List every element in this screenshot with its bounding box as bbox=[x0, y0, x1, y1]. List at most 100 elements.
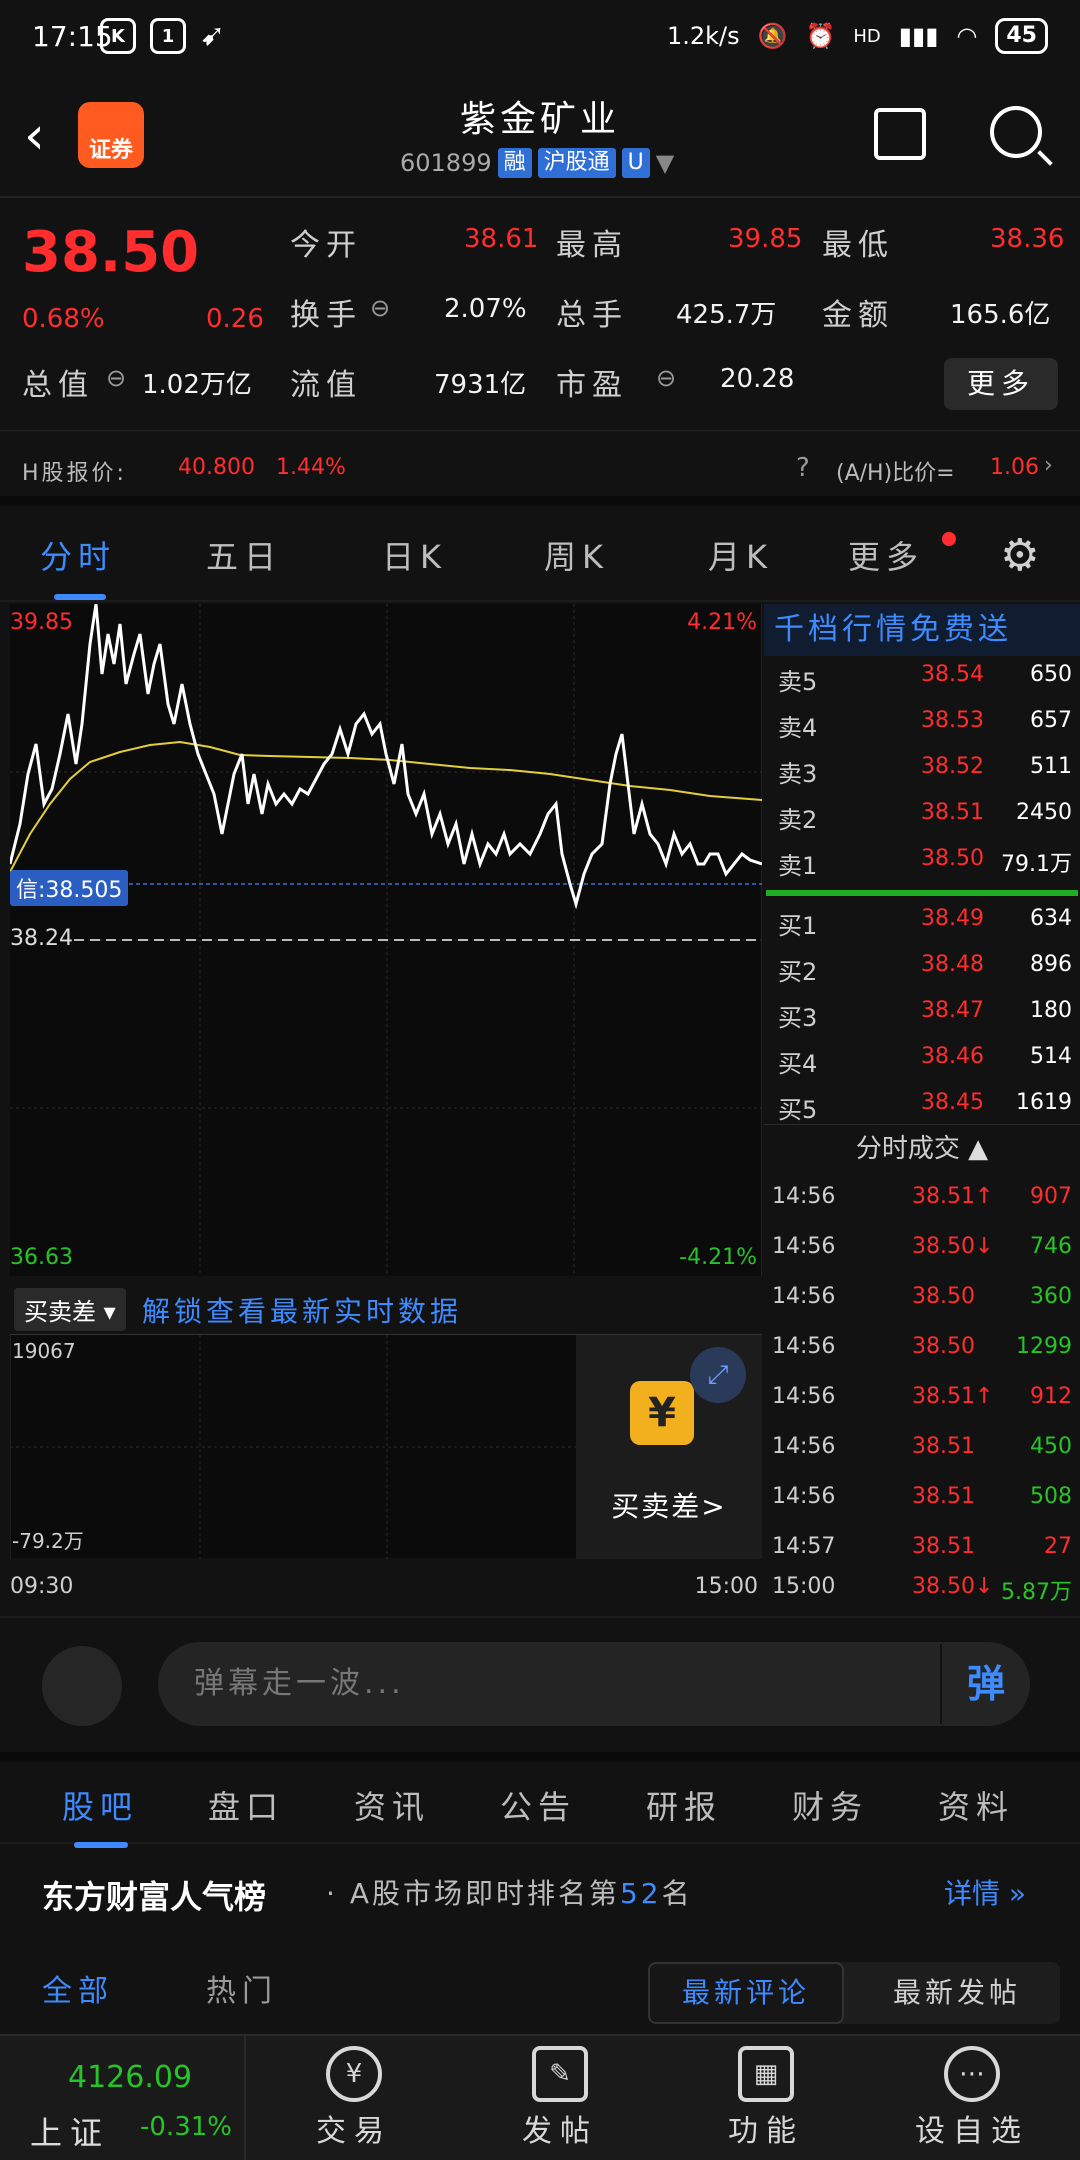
settings-gear-icon[interactable]: ⚙ bbox=[1000, 530, 1039, 581]
h-share-label: H股报价: bbox=[22, 461, 127, 486]
nav-post[interactable]: ✎ 发帖 bbox=[460, 2036, 660, 2160]
tag-u: U bbox=[621, 148, 650, 178]
index-ticker[interactable]: 4126.09 上证 -0.31% bbox=[0, 2036, 246, 2160]
nav-add-watchlist[interactable]: ⋯ 设自选 bbox=[872, 2036, 1072, 2160]
tab-finance[interactable]: 财务 bbox=[792, 1782, 868, 1828]
index-value: 4126.09 bbox=[68, 2060, 193, 2095]
ask-label: 卖3 bbox=[778, 760, 818, 788]
trade-price: 38.51 bbox=[912, 1434, 975, 1459]
unlock-link[interactable]: 解锁查看最新实时数据 bbox=[142, 1290, 462, 1330]
tab-intraday[interactable]: 分时 bbox=[40, 532, 116, 578]
tab-daily-k[interactable]: 日K bbox=[382, 532, 447, 578]
bid-price: 38.46 bbox=[921, 1044, 984, 1069]
trade-row: 14:56 38.51 508 bbox=[764, 1484, 1080, 1534]
ah-ratio-value: 1.06 bbox=[990, 455, 1039, 480]
nav-functions[interactable]: ▦ 功能 bbox=[666, 2036, 866, 2160]
status-notification-icons: K 1 ➹ bbox=[100, 18, 225, 54]
network-type: HD bbox=[853, 25, 881, 47]
ask-price: 38.52 bbox=[921, 754, 984, 779]
popularity-row[interactable]: 东方财富人气榜 · A股市场即时排名第52名 详情 » bbox=[0, 1846, 1080, 1938]
share-icon[interactable] bbox=[874, 108, 926, 160]
trade-price: 38.50↓ bbox=[912, 1574, 994, 1599]
tab-more[interactable]: 更多 bbox=[848, 532, 924, 578]
tab-announcements[interactable]: 公告 bbox=[500, 1782, 576, 1828]
ask-row-5: 卖5 38.54 650 bbox=[764, 662, 1080, 708]
indicator-select[interactable]: 买卖差 ▾ bbox=[14, 1288, 126, 1331]
expand-icon[interactable]: ⤢ bbox=[690, 1347, 746, 1403]
lock-label[interactable]: 买卖差> bbox=[576, 1485, 762, 1525]
ask-price: 38.54 bbox=[921, 662, 984, 687]
last-price: 38.50 bbox=[22, 220, 200, 285]
indicator-chart: 19067 -79.2万 ¥ ⤢ 买卖差> bbox=[9, 1334, 762, 1559]
danmu-button[interactable]: 弹 bbox=[940, 1644, 1030, 1724]
locked-overlay[interactable]: ¥ ⤢ 买卖差> bbox=[576, 1335, 762, 1559]
ask-row-3: 卖3 38.52 511 bbox=[764, 754, 1080, 800]
grid-icon: ▦ bbox=[738, 2046, 794, 2102]
level2-promo[interactable]: 千档行情免费送 bbox=[764, 604, 1080, 656]
tab-5day[interactable]: 五日 bbox=[206, 532, 282, 578]
sort-toggle: 最新评论 最新发帖 bbox=[648, 1962, 1060, 2024]
trade-time: 14:56 bbox=[772, 1284, 836, 1309]
popularity-rank: 52 bbox=[619, 1877, 662, 1910]
info-icon[interactable]: ⊖ bbox=[656, 364, 676, 392]
label-pe: 市盈 bbox=[556, 368, 628, 403]
trades-title[interactable]: 分时成交 ▲ bbox=[764, 1128, 1080, 1165]
popularity-suffix: 名 bbox=[661, 1877, 693, 1910]
tab-profile[interactable]: 资料 bbox=[938, 1782, 1014, 1828]
more-quote-button[interactable]: 更多 bbox=[944, 358, 1058, 410]
trade-row: 14:56 38.50 1299 bbox=[764, 1334, 1080, 1384]
info-icon[interactable]: ⊖ bbox=[370, 294, 390, 322]
network-speed: 1.2k/s bbox=[666, 22, 740, 50]
post-filter: 全部 热门 最新评论 最新发帖 bbox=[0, 1940, 1080, 2034]
bid-row-3: 买3 38.47 180 bbox=[764, 998, 1080, 1044]
chart-high-pct: 4.21% bbox=[687, 610, 757, 635]
label-high: 最高 bbox=[556, 228, 628, 263]
tab-reports[interactable]: 研报 bbox=[646, 1782, 722, 1828]
detail-link[interactable]: 详情 » bbox=[944, 1872, 1026, 1912]
label-volume: 总手 bbox=[556, 298, 628, 333]
intraday-chart-svg bbox=[8, 603, 763, 1276]
nav-trade-label: 交易 bbox=[316, 2114, 392, 2149]
ask-label: 卖1 bbox=[778, 852, 818, 880]
nav-trade[interactable]: ¥ 交易 bbox=[254, 2036, 454, 2160]
bid-label: 买1 bbox=[778, 912, 818, 940]
ask-price: 38.50 bbox=[921, 846, 984, 871]
sort-latest-comment[interactable]: 最新评论 bbox=[648, 1962, 844, 2024]
question-icon[interactable]: ? bbox=[796, 453, 810, 483]
trades-title-label: 分时成交 bbox=[855, 1134, 960, 1164]
edit-icon: ✎ bbox=[532, 2046, 588, 2102]
danmu-input[interactable]: 弹幕走一波... bbox=[158, 1642, 1030, 1726]
ask-price: 38.53 bbox=[921, 708, 984, 733]
danmu-settings-icon[interactable] bbox=[42, 1646, 122, 1726]
tab-weekly-k[interactable]: 周K bbox=[544, 532, 609, 578]
tab-forum[interactable]: 股吧 bbox=[62, 1782, 138, 1828]
info-icon[interactable]: ⊖ bbox=[106, 364, 126, 392]
label-amount: 金额 bbox=[822, 298, 894, 333]
time-start: 09:30 bbox=[10, 1574, 74, 1599]
nav-post-label: 发帖 bbox=[522, 2114, 598, 2149]
label-low: 最低 bbox=[822, 228, 894, 263]
trade-time: 14:56 bbox=[772, 1484, 836, 1509]
average-price-line bbox=[9, 740, 763, 873]
stock-code-row[interactable]: 601899 融 沪股通 U ▼ bbox=[400, 148, 674, 178]
lock-yen-icon: ¥ bbox=[630, 1381, 694, 1445]
more-dots-icon: ⋯ bbox=[944, 2046, 1000, 2102]
trade-volume: 27 bbox=[1044, 1534, 1072, 1559]
filter-all[interactable]: 全部 bbox=[42, 1966, 114, 2010]
sort-latest-post[interactable]: 最新发帖 bbox=[854, 1962, 1060, 2024]
prev-close-label: 38.24 bbox=[10, 926, 73, 951]
search-icon[interactable] bbox=[990, 106, 1042, 158]
index-name: 上证 bbox=[30, 2114, 111, 2152]
value-volume: 425.7万 bbox=[676, 300, 777, 330]
filter-hot[interactable]: 热门 bbox=[206, 1966, 278, 2010]
h-share-row[interactable]: H股报价: 40.800 1.44% ? (A/H)比价= 1.06 › bbox=[0, 430, 1080, 506]
trade-time: 14:56 bbox=[772, 1434, 836, 1459]
dropdown-triangle-icon[interactable]: ▼ bbox=[656, 149, 674, 177]
trade-time: 14:56 bbox=[772, 1384, 836, 1409]
tab-news[interactable]: 资讯 bbox=[354, 1782, 430, 1828]
tab-depth[interactable]: 盘口 bbox=[208, 1782, 284, 1828]
intraday-chart[interactable]: 39.85 4.21% 信:38.505 38.24 36.63 -4.21% bbox=[8, 603, 763, 1276]
tab-monthly-k[interactable]: 月K bbox=[708, 532, 773, 578]
mute-icon: 🔕 bbox=[757, 22, 788, 50]
bottom-nav: 4126.09 上证 -0.31% ¥ 交易 ✎ 发帖 ▦ 功能 ⋯ 设自选 bbox=[0, 2034, 1080, 2160]
